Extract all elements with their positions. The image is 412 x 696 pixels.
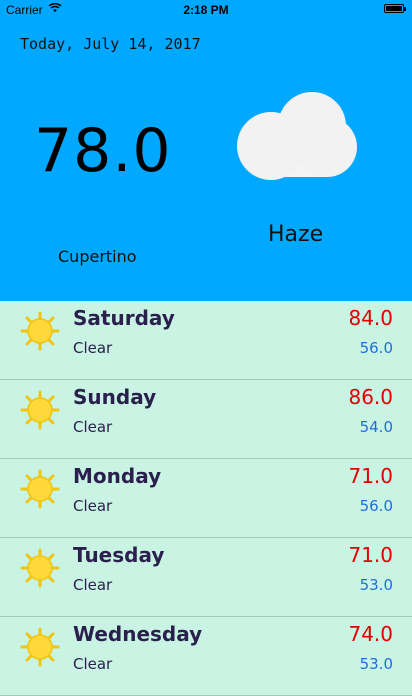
sun-icon xyxy=(20,469,60,513)
day-condition: Clear xyxy=(73,418,113,436)
forecast-list[interactable]: Saturday Clear 84.0 56.0 Sunday Clear 86… xyxy=(0,301,412,696)
current-weather-header: Today, July 14, 2017 78.0 Haze Cupertino xyxy=(0,20,412,301)
low-temp: 53.0 xyxy=(359,576,393,594)
day-name: Monday xyxy=(73,464,162,488)
sun-icon xyxy=(20,311,60,355)
day-condition: Clear xyxy=(73,576,113,594)
date-label: Today, July 14, 2017 xyxy=(20,35,201,53)
cloud-icon xyxy=(235,90,357,186)
sun-icon xyxy=(20,548,60,592)
low-temp: 56.0 xyxy=(359,339,393,357)
high-temp: 84.0 xyxy=(348,306,393,330)
list-item[interactable]: Sunday Clear 86.0 54.0 xyxy=(0,380,412,459)
sun-icon xyxy=(20,627,60,671)
high-temp: 71.0 xyxy=(348,464,393,488)
day-name: Tuesday xyxy=(73,543,165,567)
list-item[interactable]: Tuesday Clear 71.0 53.0 xyxy=(0,538,412,617)
day-name: Sunday xyxy=(73,385,157,409)
low-temp: 56.0 xyxy=(359,497,393,515)
high-temp: 71.0 xyxy=(348,543,393,567)
low-temp: 53.0 xyxy=(359,655,393,673)
day-condition: Clear xyxy=(73,655,113,673)
current-condition: Haze xyxy=(268,222,324,247)
list-item[interactable]: Wednesday Clear 74.0 53.0 xyxy=(0,617,412,696)
list-item[interactable]: Saturday Clear 84.0 56.0 xyxy=(0,301,412,380)
low-temp: 54.0 xyxy=(359,418,393,436)
list-item[interactable]: Monday Clear 71.0 56.0 xyxy=(0,459,412,538)
day-name: Saturday xyxy=(73,306,175,330)
high-temp: 74.0 xyxy=(348,622,393,646)
sun-icon xyxy=(20,390,60,434)
day-condition: Clear xyxy=(73,497,113,515)
status-time: 2:18 PM xyxy=(183,3,229,17)
status-bar: Carrier 2:18 PM xyxy=(0,0,412,20)
day-condition: Clear xyxy=(73,339,113,357)
current-temperature: 78.0 xyxy=(34,116,172,186)
day-name: Wednesday xyxy=(73,622,203,646)
city-label: Cupertino xyxy=(58,247,137,266)
high-temp: 86.0 xyxy=(348,385,393,409)
battery-icon xyxy=(384,4,406,13)
